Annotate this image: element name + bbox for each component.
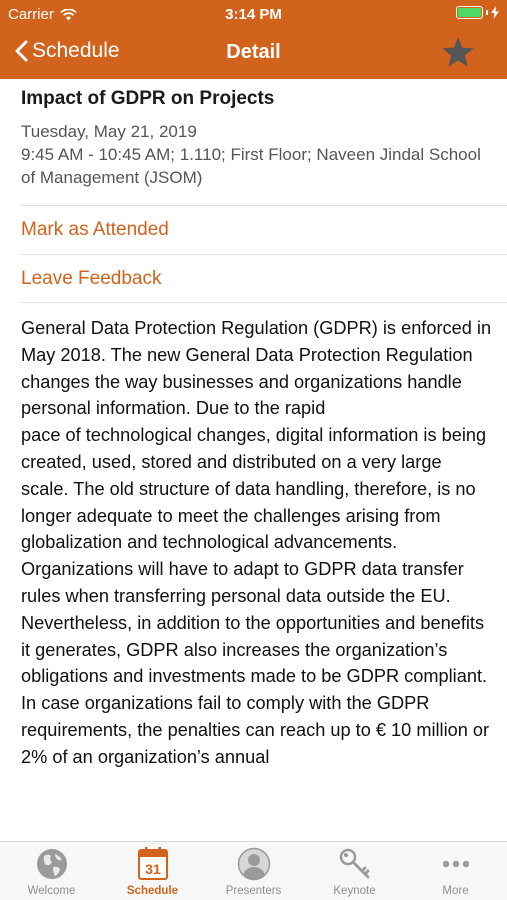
tab-bar: Welcome 31 Schedule Presenters Keynote M… xyxy=(0,841,507,900)
tab-keynote[interactable]: Keynote xyxy=(304,842,405,900)
session-details: 9:45 AM - 10:45 AM; 1.110; First Floor; … xyxy=(21,145,481,187)
key-icon xyxy=(339,848,369,879)
session-description: General Data Protection Regulation (GDPR… xyxy=(21,315,493,771)
battery-icon xyxy=(456,6,483,19)
navigation-bar: Schedule Detail xyxy=(0,28,507,79)
description-paragraph: pace of technological changes, digital i… xyxy=(21,425,488,687)
description-paragraph: In case organizations fail to comply wit… xyxy=(21,693,490,767)
person-icon xyxy=(237,847,270,881)
divider xyxy=(21,254,507,255)
session-meta: Tuesday, May 21, 2019 9:45 AM - 10:45 AM… xyxy=(21,120,491,189)
status-bar: Carrier 3:14 PM xyxy=(0,0,507,28)
tab-schedule[interactable]: 31 Schedule xyxy=(102,842,203,900)
calendar-icon: 31 xyxy=(137,847,168,880)
tab-label: Keynote xyxy=(333,885,376,897)
tab-label: Presenters xyxy=(225,885,282,897)
page-title: Detail xyxy=(226,41,281,63)
tab-welcome[interactable]: Welcome xyxy=(1,842,102,900)
more-icon xyxy=(442,860,469,868)
favorite-star-button[interactable] xyxy=(441,36,475,74)
tab-label: Schedule xyxy=(126,885,179,897)
mark-attended-button[interactable]: Mark as Attended xyxy=(21,219,169,241)
divider xyxy=(21,205,507,206)
globe-icon xyxy=(36,849,67,879)
battery-indicator xyxy=(456,6,499,19)
tab-more[interactable]: More xyxy=(405,842,506,900)
calendar-day-label: 31 xyxy=(145,861,161,877)
tab-label: Welcome xyxy=(27,885,76,897)
tab-label: More xyxy=(442,885,469,897)
description-paragraph: General Data Protection Regulation (GDPR… xyxy=(21,318,492,419)
status-time: 3:14 PM xyxy=(225,6,282,23)
session-title: Impact of GDPR on Projects xyxy=(21,88,275,109)
charging-bolt-icon xyxy=(491,6,499,19)
leave-feedback-button[interactable]: Leave Feedback xyxy=(21,268,162,290)
tab-presenters[interactable]: Presenters xyxy=(203,842,304,900)
star-icon xyxy=(442,37,474,67)
session-date: Tuesday, May 21, 2019 xyxy=(21,122,197,141)
session-detail[interactable]: Impact of GDPR on Projects Tuesday, May … xyxy=(0,79,507,841)
divider xyxy=(21,302,507,303)
